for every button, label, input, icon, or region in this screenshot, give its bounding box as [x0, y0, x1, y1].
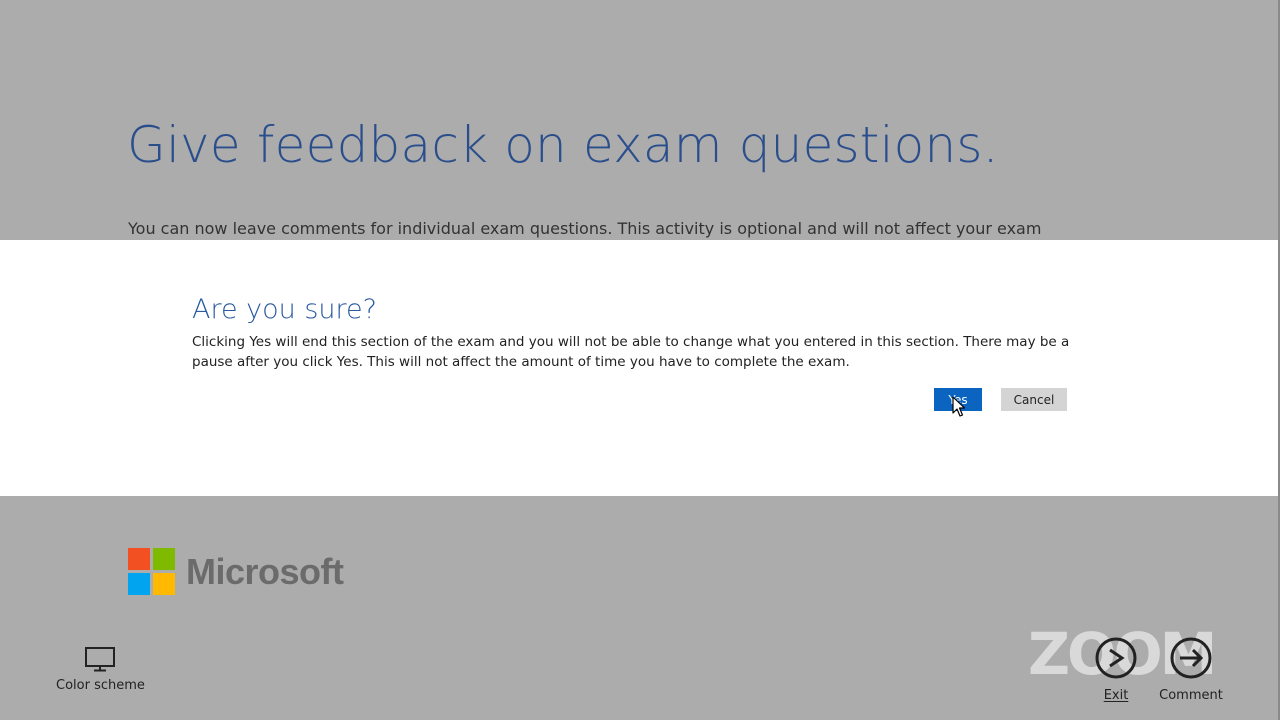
- confirm-dialog: Are you sure? Clicking Yes will end this…: [0, 240, 1278, 496]
- arrow-right-circle-icon: [1170, 637, 1212, 679]
- comment-label: Comment: [1159, 688, 1223, 703]
- comment-button[interactable]: Comment: [1158, 636, 1224, 703]
- cancel-button[interactable]: Cancel: [1001, 388, 1067, 411]
- exit-label: Exit: [1103, 688, 1129, 703]
- exit-icon: [1095, 637, 1137, 679]
- microsoft-logo: Microsoft: [128, 548, 344, 595]
- dialog-title: Are you sure?: [192, 294, 377, 325]
- page-title: Give feedback on exam questions.: [127, 116, 999, 174]
- microsoft-wordmark: Microsoft: [186, 550, 344, 592]
- dialog-message: Clicking Yes will end this section of th…: [192, 334, 1070, 370]
- monitor-icon: [85, 647, 116, 672]
- color-scheme-label: Color scheme: [56, 678, 145, 693]
- mouse-cursor-icon: [952, 396, 966, 417]
- page-intro: You can now leave comments for individua…: [128, 219, 1042, 238]
- color-scheme-button[interactable]: Color scheme: [56, 646, 145, 693]
- exit-button[interactable]: Exit: [1094, 636, 1138, 703]
- microsoft-grid-icon: [128, 548, 175, 595]
